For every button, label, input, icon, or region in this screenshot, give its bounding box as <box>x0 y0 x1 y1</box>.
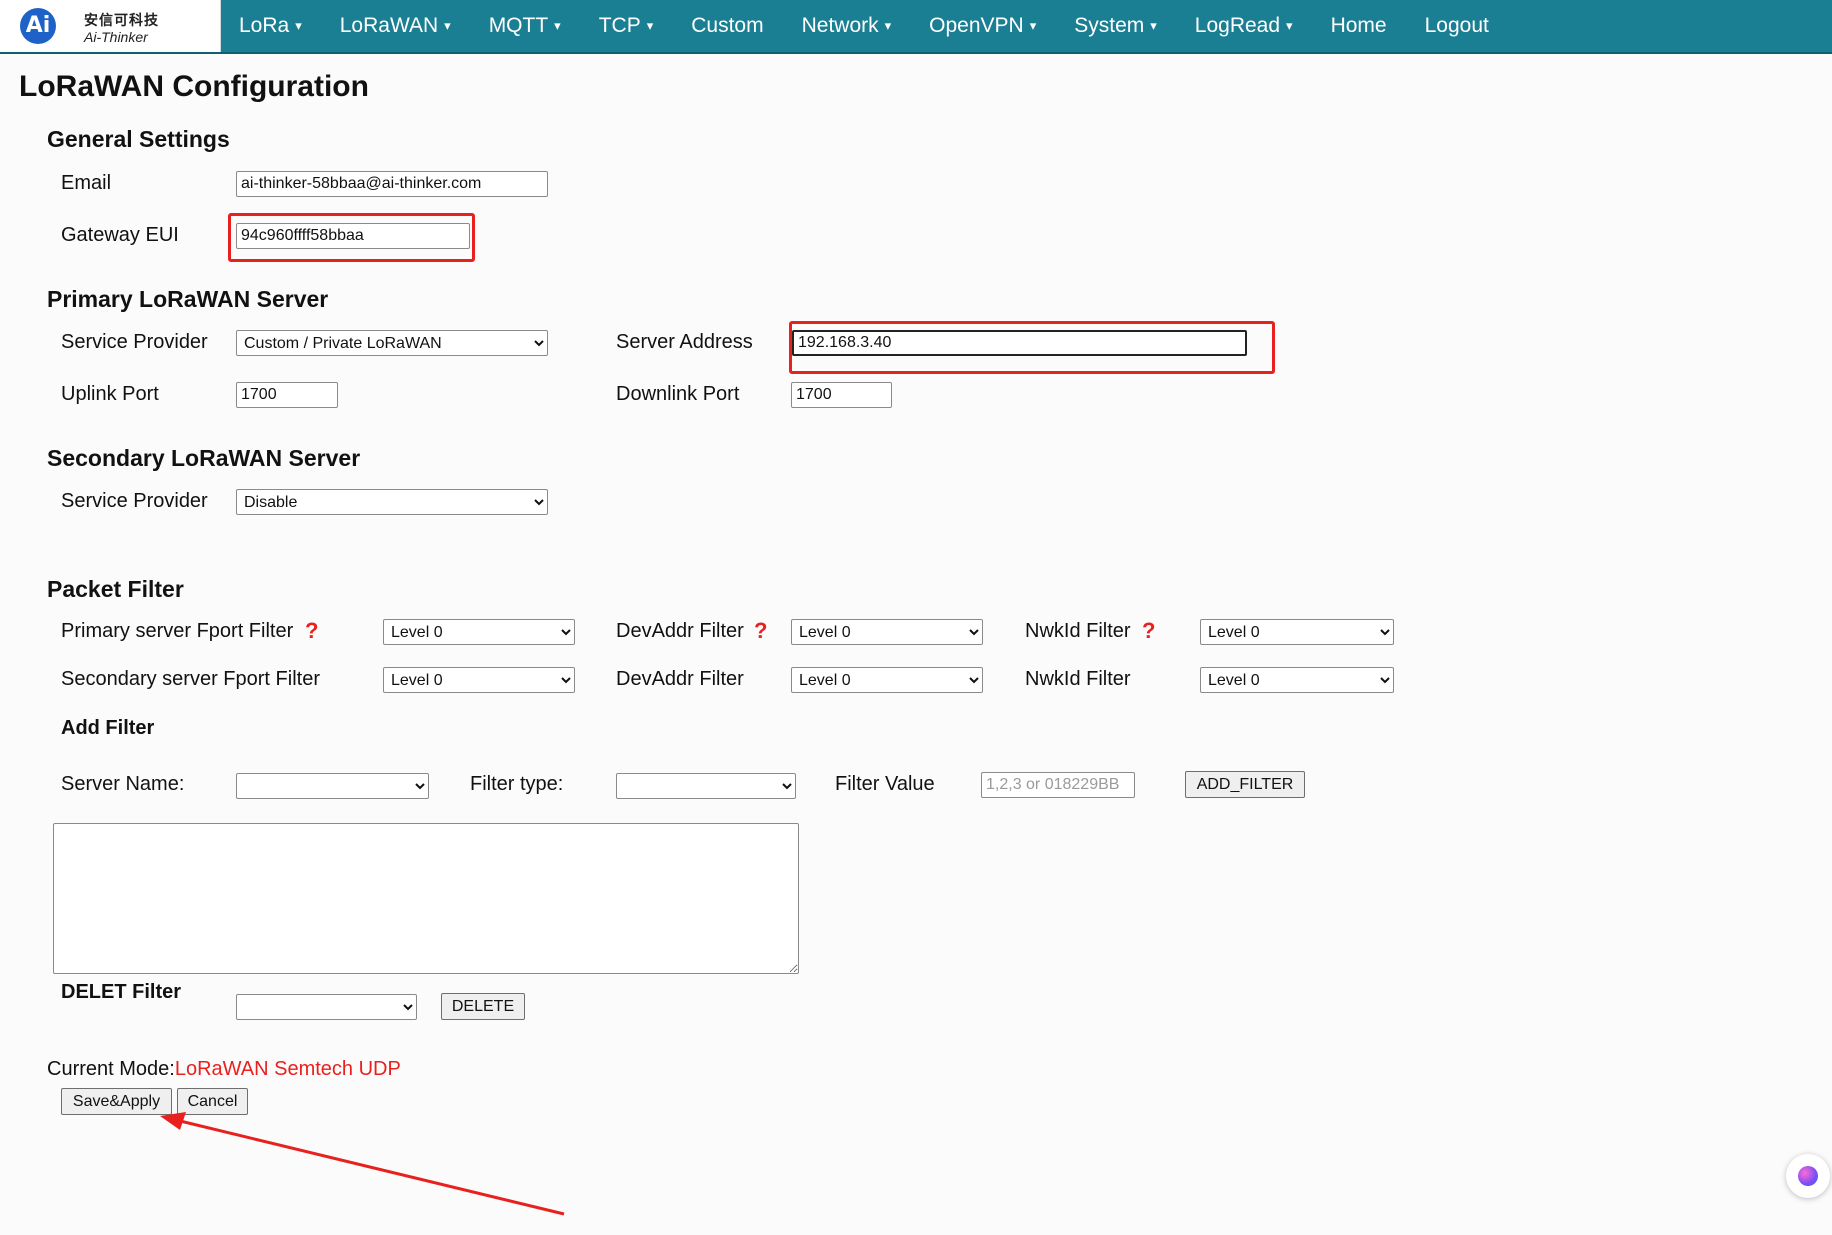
assistant-bubble-icon[interactable] <box>1786 1154 1830 1198</box>
assistant-brain-icon <box>1798 1166 1818 1186</box>
arrow-head <box>160 1112 186 1130</box>
annotation-arrow <box>160 1112 565 1216</box>
arrow-shaft <box>175 1118 565 1216</box>
